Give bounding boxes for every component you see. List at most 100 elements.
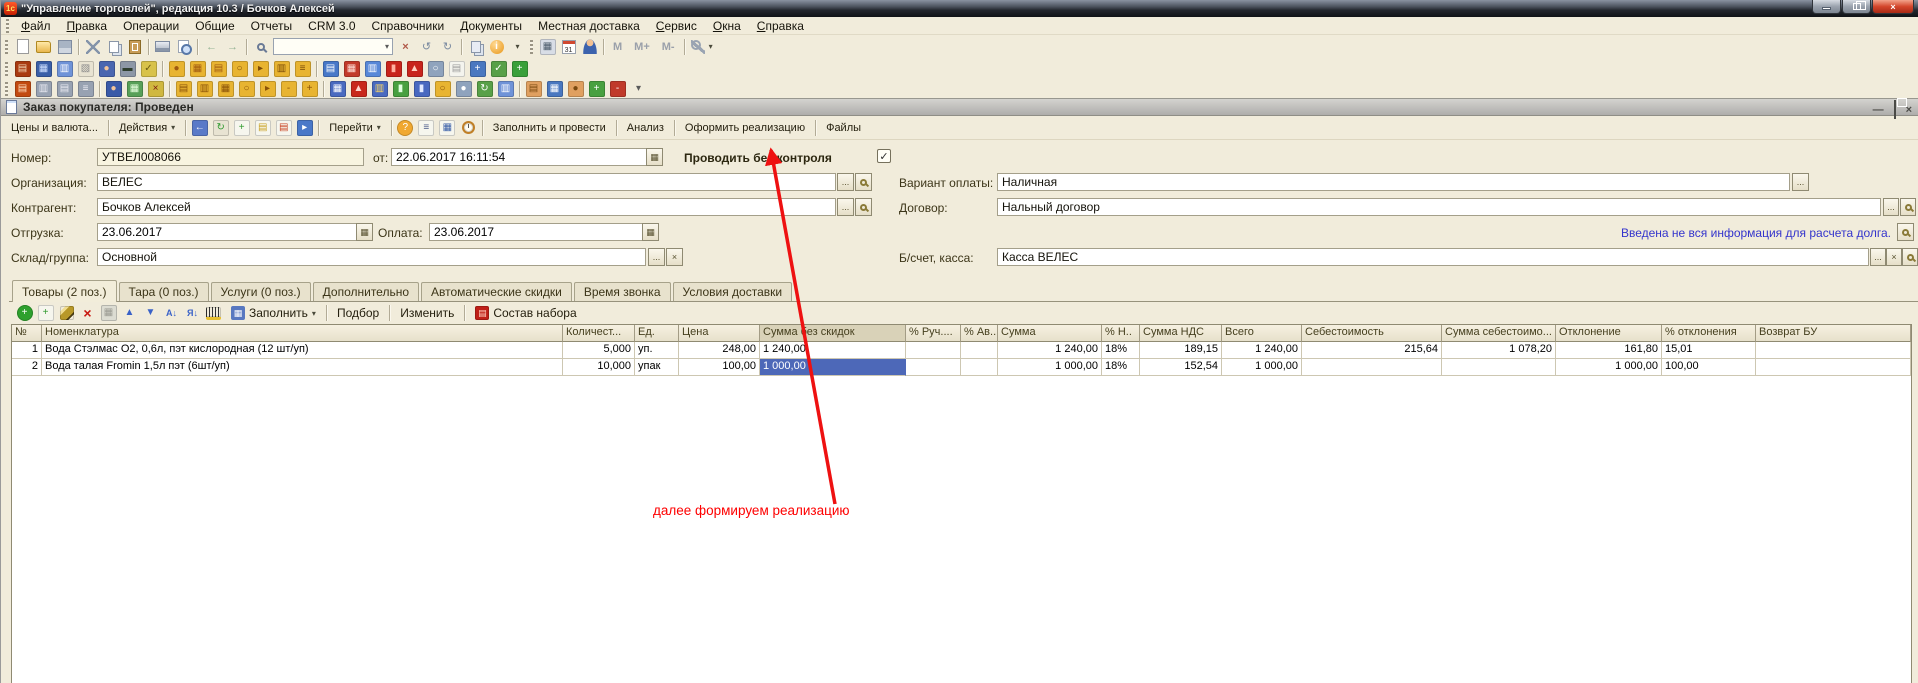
column-header-8[interactable]: Сумма	[998, 325, 1102, 342]
analysis-table-icon[interactable]: ▦	[544, 79, 565, 99]
doc-restore-button[interactable]	[1894, 101, 1896, 119]
column-header-4[interactable]: Цена	[679, 325, 760, 342]
print-invoice-icon[interactable]: ▤	[54, 79, 75, 99]
search-combobox[interactable]: ▾	[273, 38, 393, 55]
post-without-control-checkbox[interactable]: ✓	[877, 149, 891, 163]
menu-item-окна[interactable]: Окна	[705, 18, 749, 34]
menu-item-справочники[interactable]: Справочники	[364, 18, 453, 34]
cut-icon[interactable]	[82, 37, 103, 57]
warehouse-clear-button[interactable]: ×	[666, 248, 683, 266]
menu-item-местная-доставка[interactable]: Местная доставка	[530, 18, 648, 34]
table-cell[interactable]: 1 000,00	[1556, 359, 1662, 376]
order-document-icon[interactable]: ▤	[320, 59, 341, 79]
post-document-icon[interactable]: ←	[189, 118, 210, 138]
toolbar-grip[interactable]	[6, 19, 9, 33]
table-cell[interactable]: 2	[12, 359, 42, 376]
table-cell[interactable]: 10,000	[563, 359, 635, 376]
prices-currency-button[interactable]: Цены и валюта...	[4, 119, 105, 137]
menu-item-отчеты[interactable]: Отчеты	[243, 18, 300, 34]
menu-item-операции[interactable]: Операции	[115, 18, 187, 34]
table-cell[interactable]	[1302, 359, 1442, 376]
print-preview-icon[interactable]	[173, 37, 194, 57]
calendar-picker-icon[interactable]: ▦	[642, 223, 659, 241]
table-cell[interactable]: упак	[635, 359, 679, 376]
calculator-icon[interactable]: ▦	[537, 37, 558, 57]
column-header-15[interactable]: % отклонения	[1662, 325, 1756, 342]
info-icon[interactable]: i	[486, 37, 507, 57]
column-header-1[interactable]: Номенклатура	[42, 325, 563, 342]
set-contents-button[interactable]: ▤Состав набора	[468, 304, 583, 322]
list-settings-icon[interactable]: ≡	[416, 118, 437, 138]
menu-item-документы[interactable]: Документы	[452, 18, 530, 34]
column-header-5[interactable]: Сумма без скидок	[760, 325, 906, 342]
counterparties-icon[interactable]: ●	[96, 59, 117, 79]
payment-option-field[interactable]	[997, 173, 1790, 191]
document-pair-icon[interactable]: ▥	[54, 59, 75, 79]
calendar-picker-icon[interactable]: ▦	[646, 148, 663, 166]
table-cell[interactable]: 100,00	[1662, 359, 1756, 376]
return-red-icon[interactable]: ▲	[348, 79, 369, 99]
invoice-money-icon[interactable]: ▦	[215, 79, 236, 99]
table-cell[interactable]: 152,54	[1140, 359, 1222, 376]
shipment-date-field[interactable]	[97, 223, 356, 241]
column-header-12[interactable]: Себестоимость	[1302, 325, 1442, 342]
table-cell[interactable]	[961, 359, 998, 376]
terminal-red-icon[interactable]: ▦	[341, 59, 362, 79]
tab-1[interactable]: Тара (0 поз.)	[119, 282, 209, 301]
fill-button[interactable]: ▦Заполнить▾	[224, 304, 323, 322]
report-book-icon[interactable]: ▤	[12, 59, 33, 79]
clipboard-check-icon[interactable]: ✓	[488, 59, 509, 79]
chevron-down-icon[interactable]: ▾	[507, 37, 528, 57]
close-button[interactable]: ×	[1872, 0, 1914, 14]
menu-item-файл[interactable]: Файл	[13, 18, 59, 34]
memory-button-0[interactable]: M	[607, 41, 628, 53]
table-cell[interactable]: 1 000,00	[1222, 359, 1302, 376]
contract-open-button[interactable]	[1900, 198, 1916, 216]
table-cell[interactable]: 161,80	[1556, 342, 1662, 359]
account-field[interactable]	[997, 248, 1869, 266]
table-cell[interactable]: 1	[12, 342, 42, 359]
save-icon[interactable]	[54, 37, 75, 57]
memory-button-1[interactable]: M+	[628, 41, 656, 53]
copy-icon[interactable]	[103, 37, 124, 57]
maximize-button[interactable]	[1842, 0, 1871, 14]
tab-4[interactable]: Автоматические скидки	[421, 282, 572, 301]
pick-button[interactable]: Подбор	[330, 304, 386, 322]
sale-cart-icon[interactable]: ▦	[327, 79, 348, 99]
menu-item-общие[interactable]: Общие	[187, 18, 242, 34]
save-post-icon[interactable]: ▸	[294, 118, 315, 138]
column-header-14[interactable]: Отклонение	[1556, 325, 1662, 342]
table-cell[interactable]: 15,01	[1662, 342, 1756, 359]
debt-info-link[interactable]: Введена не вся информация для расчета до…	[1621, 226, 1891, 240]
memory-button-2[interactable]: M-	[656, 41, 681, 53]
table-cell[interactable]	[906, 359, 961, 376]
partners-icon[interactable]: ●	[103, 79, 124, 99]
tab-0[interactable]: Товары (2 поз.)	[12, 280, 117, 302]
organization-select-button[interactable]: ...	[837, 173, 854, 191]
add-green-icon[interactable]: +	[509, 59, 530, 79]
sort-asc-icon[interactable]: А↓	[161, 303, 182, 323]
column-header-0[interactable]: №	[12, 325, 42, 342]
table-cell[interactable]: 100,00	[679, 359, 760, 376]
selection-frame-icon[interactable]: ▧	[75, 59, 96, 79]
make-sale-button[interactable]: Оформить реализацию	[678, 119, 812, 137]
table-cell[interactable]	[1756, 359, 1911, 376]
table-cell[interactable]: 5,000	[563, 342, 635, 359]
open-icon[interactable]	[33, 37, 54, 57]
table-cell[interactable]: 1 078,20	[1442, 342, 1556, 359]
table-cell[interactable]	[1442, 359, 1556, 376]
copy-new-icon[interactable]: +	[231, 118, 252, 138]
menu-item-правка[interactable]: Правка	[59, 18, 116, 34]
counterparty-field[interactable]	[97, 198, 836, 216]
monitor-plus-icon[interactable]: +	[467, 59, 488, 79]
change-button[interactable]: Изменить	[393, 304, 461, 322]
menu-item-crm-3-0[interactable]: CRM 3.0	[300, 18, 363, 34]
actions-button[interactable]: Действия▾	[112, 119, 182, 137]
search-input[interactable]	[274, 41, 382, 53]
catalog-book-icon[interactable]: ▤	[12, 79, 33, 99]
column-header-13[interactable]: Сумма себестоимо...	[1442, 325, 1556, 342]
add-row-icon[interactable]: +	[14, 303, 35, 323]
analysis-button[interactable]: Анализ	[620, 119, 671, 137]
table-cell[interactable]: 1 240,00	[998, 342, 1102, 359]
table-cell[interactable]: 1 240,00	[1222, 342, 1302, 359]
